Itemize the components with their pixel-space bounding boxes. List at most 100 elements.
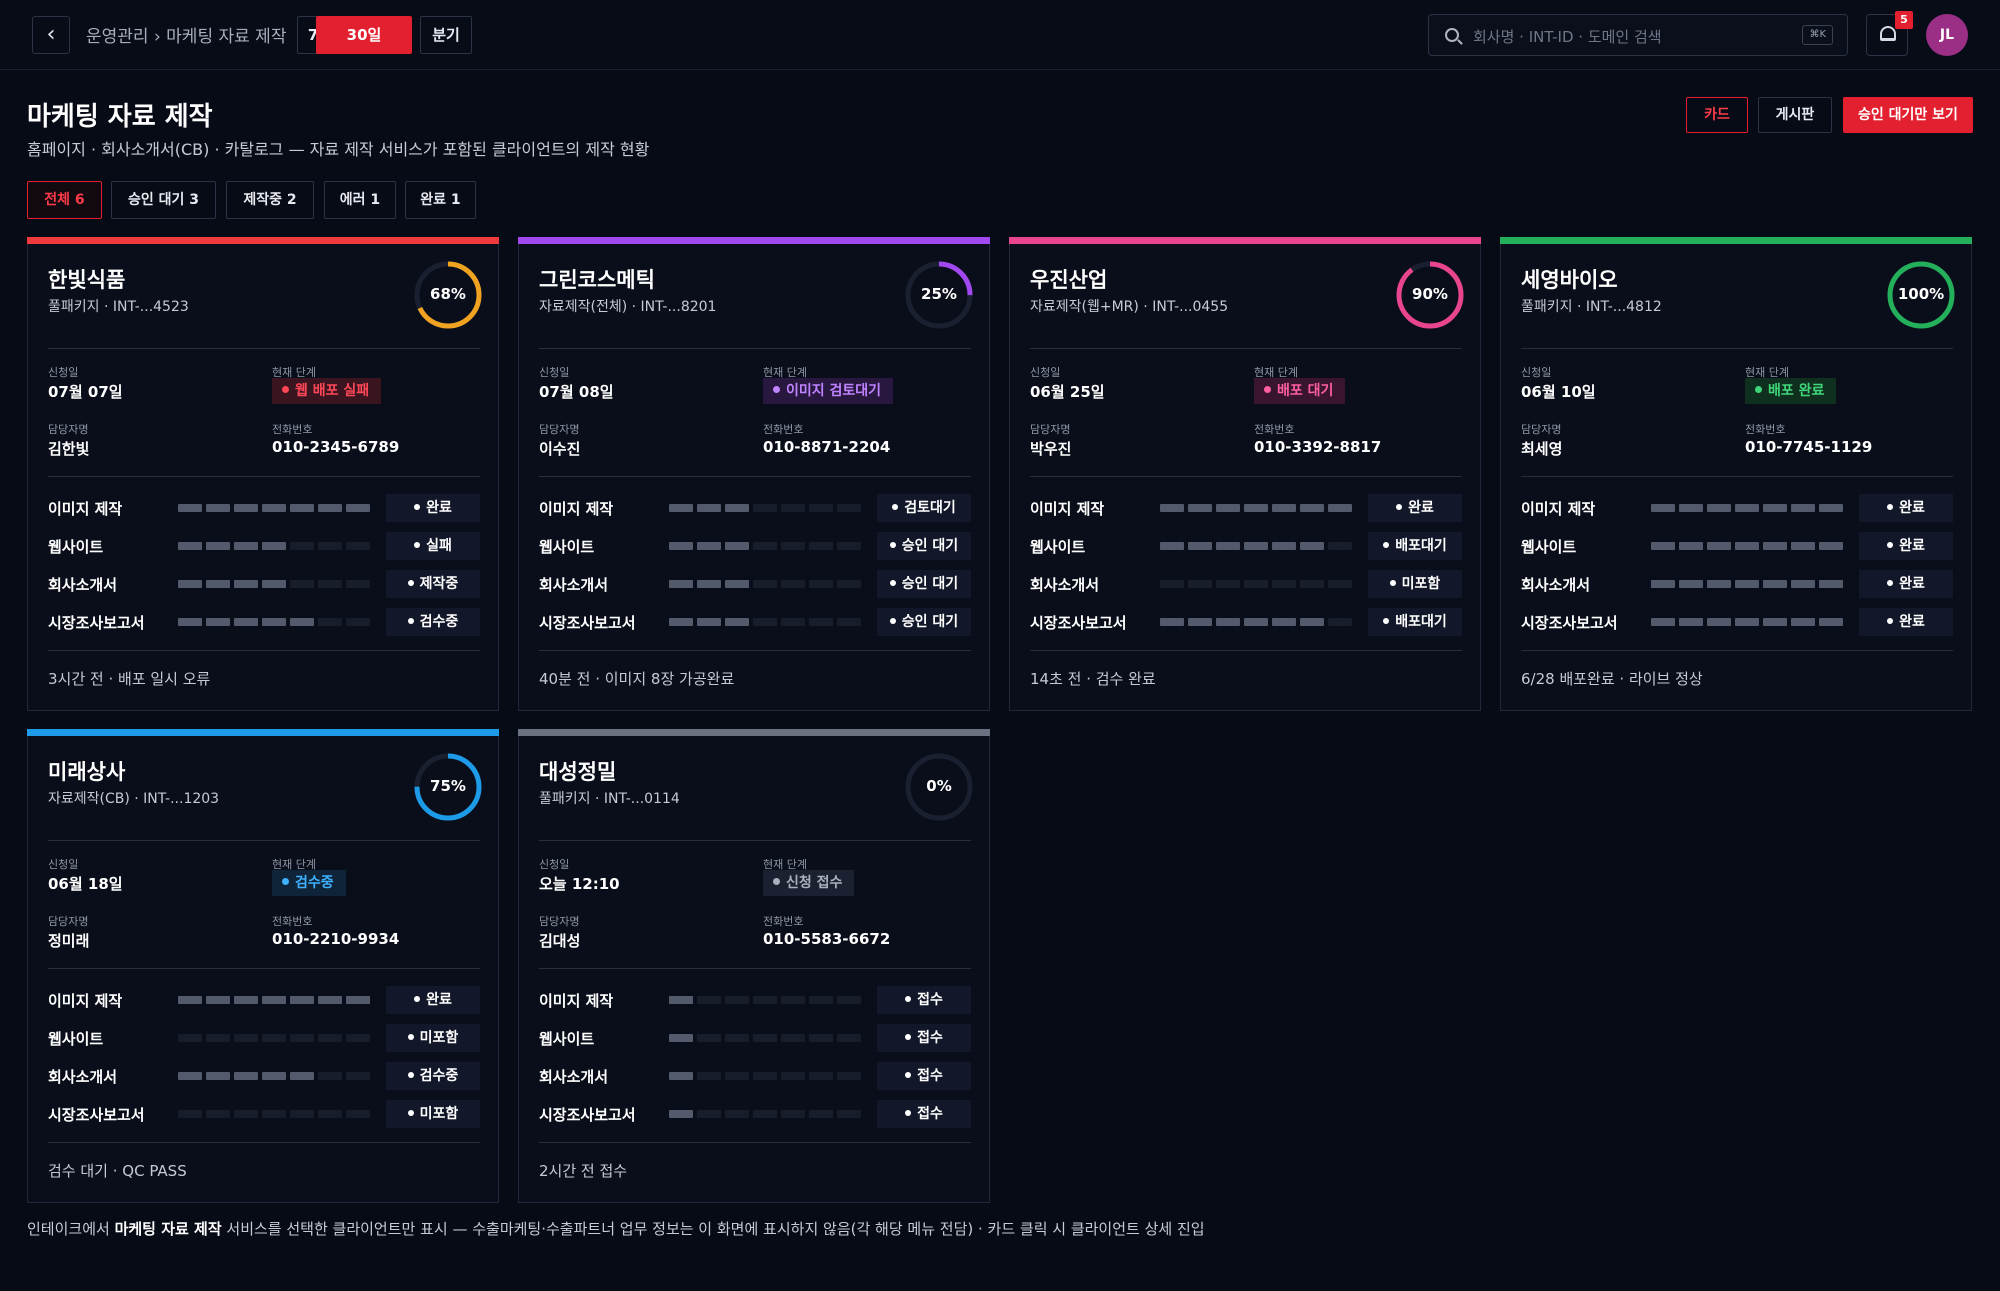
card-footer: 2시간 전 접수 [539,1162,628,1180]
progress-segment [725,1072,749,1080]
divider [48,1142,480,1143]
progress-segment [290,1110,314,1118]
client-meta: 자료제작(전체) · INT-...8201 [539,299,717,315]
status-dot [282,878,289,885]
filter-pending[interactable]: 승인 대기 3 [111,181,216,219]
phone-number: 010-7745-1129 [1745,438,1873,456]
progress-segment [290,580,314,588]
progress-segment [206,504,230,512]
progress-segment [1679,580,1703,588]
progress-segment [1244,618,1268,626]
back-button[interactable]: ‹ [32,16,70,54]
deliverable-row: 시장조사보고서 승인 대기 [539,608,971,636]
progress-segment [290,996,314,1004]
deliverable-name: 이미지 제작 [539,500,614,518]
progress-label: 68% [430,285,466,303]
client-card-daesung[interactable]: 대성정밀 풀패키지 · INT-...0114 0% 신청일 오늘 12:10 현재 단계… [518,729,990,1203]
progress-segment [318,996,342,1004]
progress-segment [1216,504,1240,512]
pending-only-button[interactable]: 승인 대기만 보기 [1843,97,1973,133]
period-quarter-button[interactable]: 분기 [420,16,472,54]
progress-segment [781,580,805,588]
client-card-seyoung[interactable]: 세영바이오 풀패키지 · INT-...4812 100% 신청일 06월 10일 현재 … [1500,237,1972,711]
page-title: 마케팅 자료 제작 [27,102,213,132]
progress-segment [1188,542,1212,550]
phone-number: 010-5583-6672 [763,930,891,948]
search-field[interactable]: 회사명 · INT-ID · 도메인 검색 ⌘K [1428,14,1848,56]
progress-segment [725,996,749,1004]
progress-segment [1328,504,1352,512]
progress-label: 90% [1412,285,1448,303]
search-placeholder: 회사명 · INT-ID · 도메인 검색 [1473,28,1662,46]
client-card-mirae[interactable]: 미래상사 자료제작(CB) · INT-...1203 75% 신청일 06월 18일 현… [27,729,499,1203]
progress-segment [346,996,370,1004]
progress-ring: 100% [1886,260,1956,330]
status-dot [905,996,912,1002]
avatar[interactable]: JL [1926,14,1968,56]
client-meta: 풀패키지 · INT-...4523 [48,299,189,315]
requested-date: 06월 18일 [48,875,123,893]
deliverable-status-text: 완료 [1899,614,1925,630]
progress-segment [1188,618,1212,626]
period-30d-button[interactable]: 30일 [316,16,412,54]
deliverable-name: 이미지 제작 [48,500,123,518]
requested-date: 07월 07일 [48,383,123,401]
progress-segment [697,996,721,1004]
progress-segment [809,996,833,1004]
progress-segment [1328,542,1352,550]
deliverable-name: 이미지 제작 [1521,500,1596,518]
status-dot [1383,542,1390,548]
progress-ring: 0% [904,752,974,822]
breadcrumb: 운영관리 › 마케팅 자료 제작 [86,27,287,47]
notifications-button[interactable]: 5 [1866,11,1913,56]
client-card-woojin[interactable]: 우진산업 자료제작(웹+MR) · INT-...0455 90% 신청일 06월 25… [1009,237,1481,711]
deliverable-name: 회사소개서 [48,576,118,594]
progress-segment [234,996,258,1004]
deliverable-row: 웹사이트 완료 [1521,532,1953,560]
deliverable-status-text: 승인 대기 [901,538,959,554]
deliverable-status-text: 접수 [917,992,943,1008]
filter-all[interactable]: 전체 6 [27,181,102,219]
progress-segment [1707,504,1731,512]
progress-segment [206,996,230,1004]
card-view-button[interactable]: 카드 [1686,97,1748,133]
progress-label: 75% [430,777,466,795]
deliverable-progress-bar [1160,504,1356,512]
deliverable-progress-bar [1160,580,1356,588]
deliverable-status-text: 완료 [426,500,452,516]
client-card-hanbit[interactable]: 한빛식품 풀패키지 · INT-...4523 68% 신청일 07월 07일 현재 단계… [27,237,499,711]
progress-segment [1819,618,1843,626]
filter-in-progress[interactable]: 제작중 2 [226,181,314,219]
card-footer: 14초 전 · 검수 완료 [1030,670,1156,688]
deliverable-progress-bar [669,1034,865,1042]
progress-segment [809,1072,833,1080]
progress-segment [1735,542,1759,550]
client-card-green[interactable]: 그린코스메틱 자료제작(전체) · INT-...8201 25% 신청일 07월 08… [518,237,990,711]
progress-segment [1160,542,1184,550]
client-meta: 풀패키지 · INT-...0114 [539,791,680,807]
deliverable-status-text: 미포함 [419,1106,459,1122]
deliverable-row: 회사소개서 승인 대기 [539,570,971,598]
status-dot [889,580,896,586]
manager-label: 담당자명 [1030,423,1071,436]
status-dot [407,618,414,624]
progress-segment [1244,580,1268,588]
deliverable-progress-bar [1160,542,1356,550]
progress-segment [669,1034,693,1042]
progress-segment [1188,580,1212,588]
filter-error[interactable]: 에러 1 [324,181,396,219]
divider [539,348,971,349]
status-dot [1887,618,1894,624]
progress-segment [753,1034,777,1042]
board-view-button[interactable]: 게시판 [1758,97,1832,133]
filter-done[interactable]: 완료 1 [405,181,476,219]
status-dot [889,542,896,548]
progress-segment [669,1072,693,1080]
progress-segment [669,618,693,626]
progress-segment [725,1110,749,1118]
progress-segment [725,618,749,626]
progress-segment [1651,618,1675,626]
progress-segment [809,1110,833,1118]
progress-segment [262,1072,286,1080]
deliverable-status-text: 완료 [426,992,452,1008]
